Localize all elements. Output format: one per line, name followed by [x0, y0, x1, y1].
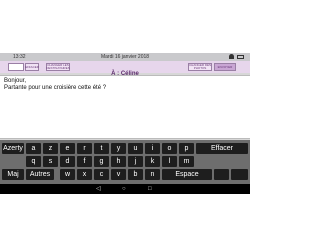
key-o[interactable]: o [162, 143, 177, 154]
key-r[interactable]: r [77, 143, 92, 154]
battery-icon [237, 54, 244, 59]
change-recipients-button[interactable]: CHANGER LES DESTINATAIRES [46, 63, 70, 71]
tablet-screen: 13:32 Mardi 16 janvier 2018 EFFACER CHAN… [0, 53, 250, 194]
key-j[interactable]: j [128, 156, 143, 167]
key-blank-1[interactable] [214, 169, 229, 180]
key-y[interactable]: y [111, 143, 126, 154]
key-e[interactable]: e [60, 143, 75, 154]
key-q[interactable]: q [26, 156, 41, 167]
key-m[interactable]: m [179, 156, 194, 167]
key-z[interactable]: z [43, 143, 58, 154]
key-c[interactable]: c [94, 169, 109, 180]
message-line: Partante pour une croisière cette été ? [4, 85, 107, 91]
back-icon[interactable]: ◁ [96, 186, 101, 192]
key-f[interactable]: f [77, 156, 92, 167]
home-icon[interactable]: ○ [122, 186, 126, 192]
key-i[interactable]: i [145, 143, 160, 154]
message-body[interactable]: Bonjour, Partante pour une croisière cet… [0, 75, 250, 139]
key-v[interactable]: v [111, 169, 126, 180]
android-nav-bar: ◁ ○ □ [0, 184, 250, 194]
key-t[interactable]: t [94, 143, 109, 154]
message-line: Bonjour, [4, 78, 27, 84]
key-a[interactable]: a [26, 143, 41, 154]
blank-button[interactable] [8, 63, 24, 71]
message-header: EFFACER CHANGER LES DESTINATAIRES À : Cé… [0, 61, 250, 77]
key-shift[interactable]: Maj [2, 169, 24, 180]
wifi-icon [229, 54, 234, 59]
key-s[interactable]: s [43, 156, 58, 167]
key-blank-2[interactable] [231, 169, 248, 180]
send-button[interactable]: ENVOYER [214, 63, 236, 71]
key-x[interactable]: x [77, 169, 92, 180]
key-n[interactable]: n [145, 169, 160, 180]
status-bar: 13:32 Mardi 16 janvier 2018 [0, 53, 250, 61]
key-space[interactable]: Espace [162, 169, 212, 180]
key-backspace[interactable]: Effacer [196, 143, 248, 154]
key-layout-azerty[interactable]: Azerty [2, 143, 24, 154]
key-other-symbols[interactable]: Autres [26, 169, 54, 180]
key-h[interactable]: h [111, 156, 126, 167]
key-b[interactable]: b [128, 169, 143, 180]
key-d[interactable]: d [60, 156, 75, 167]
key-g[interactable]: g [94, 156, 109, 167]
date-label: Mardi 16 janvier 2018 [100, 54, 150, 60]
change-photos-button[interactable]: CHANGER DES PHOTOS [188, 63, 212, 71]
recent-apps-icon[interactable]: □ [148, 186, 152, 192]
key-w[interactable]: w [60, 169, 75, 180]
delete-button[interactable]: EFFACER [25, 63, 39, 71]
key-u[interactable]: u [128, 143, 143, 154]
key-k[interactable]: k [145, 156, 160, 167]
key-l[interactable]: l [162, 156, 177, 167]
system-icons [229, 54, 244, 59]
key-p[interactable]: p [179, 143, 194, 154]
